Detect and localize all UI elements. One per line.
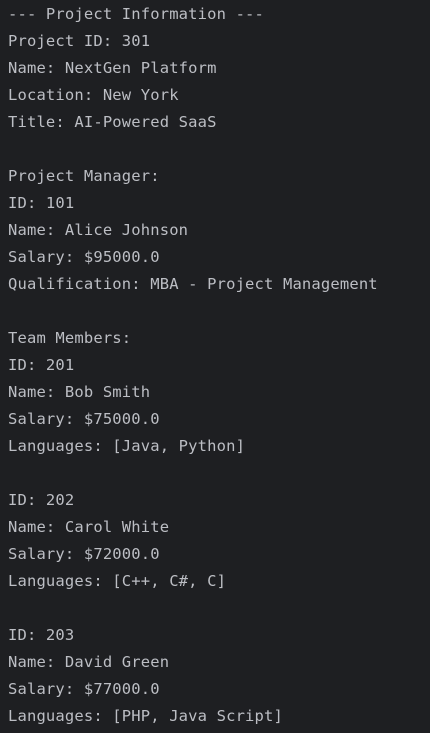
manager-salary-line: Salary: $95000.0	[8, 248, 160, 266]
project-location-line: Location: New York	[8, 86, 179, 104]
member-2-languages-line: Languages: [C++, C#, C]	[8, 572, 227, 590]
member-1-salary-line: Salary: $75000.0	[8, 410, 160, 428]
member-3-languages-line: Languages: [PHP, Java Script]	[8, 707, 283, 725]
manager-id-line: ID: 101	[8, 194, 75, 212]
member-2-name-line: Name: Carol White	[8, 518, 170, 536]
manager-heading: Project Manager:	[8, 167, 160, 185]
section-header: --- Project Information ---	[8, 5, 265, 23]
manager-qualification-line: Qualification: MBA - Project Management	[8, 275, 378, 293]
console-output[interactable]: --- Project Information --- Project ID: …	[0, 0, 430, 733]
project-title-line: Title: AI-Powered SaaS	[8, 113, 217, 131]
manager-name-line: Name: Alice Johnson	[8, 221, 189, 239]
member-3-id-line: ID: 203	[8, 626, 75, 644]
project-id-line: Project ID: 301	[8, 32, 151, 50]
member-1-name-line: Name: Bob Smith	[8, 383, 151, 401]
member-1-languages-line: Languages: [Java, Python]	[8, 437, 246, 455]
team-heading: Team Members:	[8, 329, 132, 347]
member-1-id-line: ID: 201	[8, 356, 75, 374]
member-2-salary-line: Salary: $72000.0	[8, 545, 160, 563]
project-name-line: Name: NextGen Platform	[8, 59, 217, 77]
member-3-salary-line: Salary: $77000.0	[8, 680, 160, 698]
member-3-name-line: Name: David Green	[8, 653, 170, 671]
member-2-id-line: ID: 202	[8, 491, 75, 509]
